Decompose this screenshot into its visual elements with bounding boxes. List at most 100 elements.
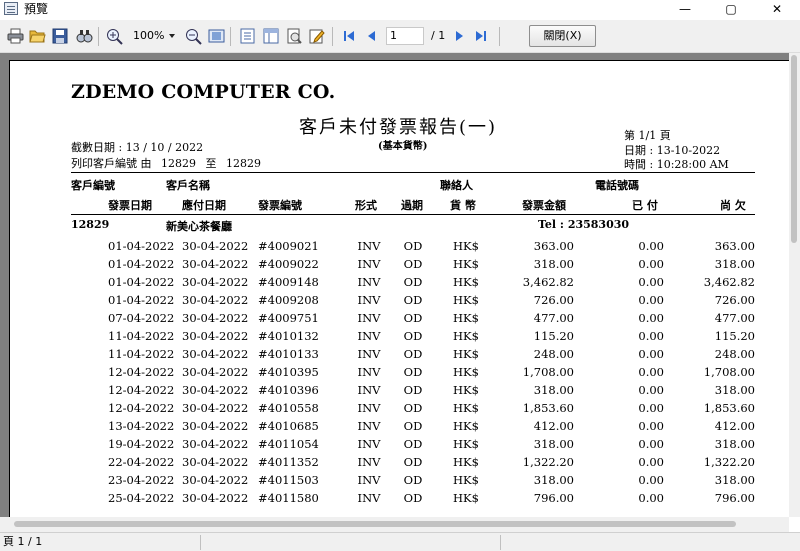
page-width-icon[interactable] bbox=[262, 27, 280, 45]
last-page-icon[interactable] bbox=[472, 27, 490, 45]
toolbar-separator bbox=[230, 27, 231, 46]
cell-owing: 363.00 bbox=[714, 239, 755, 253]
page-view-icon[interactable] bbox=[238, 27, 256, 45]
cell-paid: 0.00 bbox=[638, 365, 664, 379]
open-folder-icon[interactable] bbox=[28, 27, 46, 45]
first-page-icon[interactable] bbox=[340, 27, 358, 45]
cell-amount: 412.00 bbox=[533, 419, 574, 433]
zoom-value: 100% bbox=[133, 29, 165, 42]
col-paid: 已 付 bbox=[632, 199, 658, 212]
save-icon[interactable] bbox=[51, 27, 69, 45]
cell-type: INV bbox=[357, 437, 381, 451]
status-divider bbox=[200, 535, 201, 550]
cell-currency: HK$ bbox=[453, 491, 479, 505]
print-icon[interactable] bbox=[6, 27, 24, 45]
cell-inv-date: 12-04-2022 bbox=[108, 401, 175, 415]
cell-owing: 726.00 bbox=[714, 293, 755, 307]
title-bar: 預覽 — ▢ ✕ bbox=[0, 0, 800, 18]
cell-terms: OD bbox=[403, 401, 423, 415]
cell-owing: 318.00 bbox=[714, 383, 755, 397]
cell-due-date: 30-04-2022 bbox=[182, 491, 249, 505]
page-number-input[interactable]: 1 bbox=[386, 27, 424, 45]
scroll-thumb[interactable] bbox=[14, 521, 736, 527]
cell-due-date: 30-04-2022 bbox=[182, 383, 249, 397]
customer-tel: Tel : 23583030 bbox=[538, 218, 630, 231]
cell-type: INV bbox=[357, 419, 381, 433]
prev-page-icon[interactable] bbox=[362, 27, 380, 45]
minimize-button[interactable]: — bbox=[662, 0, 708, 18]
col-contact: 聯絡人 bbox=[440, 179, 473, 192]
cell-paid: 0.00 bbox=[638, 257, 664, 271]
zoom-out-icon[interactable] bbox=[184, 27, 202, 45]
cell-owing: 1,853.60 bbox=[703, 401, 755, 415]
cell-inv-no: #4011352 bbox=[258, 455, 319, 469]
vertical-scrollbar[interactable] bbox=[789, 53, 800, 517]
page-fit-icon[interactable] bbox=[207, 27, 225, 45]
cell-paid: 0.00 bbox=[638, 383, 664, 397]
company-name: ZDEMO COMPUTER CO. bbox=[71, 81, 336, 103]
cell-inv-date: 11-04-2022 bbox=[108, 347, 175, 361]
cell-terms: OD bbox=[403, 455, 423, 469]
col-type: 形式 bbox=[355, 199, 377, 212]
page-total: / 1 bbox=[431, 29, 446, 42]
cell-currency: HK$ bbox=[453, 329, 479, 343]
col-currency: 貨 幣 bbox=[450, 199, 476, 212]
cell-inv-date: 25-04-2022 bbox=[108, 491, 175, 505]
cell-terms: OD bbox=[403, 473, 423, 487]
toolbar-separator bbox=[499, 27, 500, 46]
cell-currency: HK$ bbox=[453, 311, 479, 325]
cell-type: INV bbox=[357, 275, 381, 289]
cell-amount: 1,708.00 bbox=[522, 365, 574, 379]
cell-inv-date: 12-04-2022 bbox=[108, 383, 175, 397]
cell-terms: OD bbox=[403, 239, 423, 253]
cell-type: INV bbox=[357, 347, 381, 361]
cell-inv-no: #4009021 bbox=[258, 239, 319, 253]
find-icon[interactable] bbox=[75, 27, 93, 45]
cell-currency: HK$ bbox=[453, 437, 479, 451]
cutoff-date-label: 截數日期 : 13 / 10 / 2022 bbox=[71, 139, 203, 155]
cell-due-date: 30-04-2022 bbox=[182, 455, 249, 469]
cell-inv-no: #4010395 bbox=[258, 365, 319, 379]
range-label: 列印客戶編號 由 bbox=[71, 157, 152, 170]
export-icon[interactable] bbox=[285, 27, 303, 45]
zoom-select[interactable]: 100% bbox=[128, 26, 178, 46]
maximize-button[interactable]: ▢ bbox=[708, 0, 754, 18]
cell-amount: 477.00 bbox=[533, 311, 574, 325]
cell-inv-no: #4010396 bbox=[258, 383, 319, 397]
cell-paid: 0.00 bbox=[638, 239, 664, 253]
status-page: 頁 1 / 1 bbox=[3, 535, 43, 548]
cell-type: INV bbox=[357, 473, 381, 487]
close-window-button[interactable]: ✕ bbox=[754, 0, 800, 18]
toolbar-separator bbox=[332, 27, 333, 46]
range-from: 12829 bbox=[161, 157, 196, 170]
cell-owing: 318.00 bbox=[714, 437, 755, 451]
cell-terms: OD bbox=[403, 419, 423, 433]
cell-owing: 318.00 bbox=[714, 257, 755, 271]
range-to-label: 至 bbox=[205, 157, 217, 170]
cell-owing: 412.00 bbox=[714, 419, 755, 433]
cell-due-date: 30-04-2022 bbox=[182, 401, 249, 415]
cell-type: INV bbox=[357, 455, 381, 469]
cell-currency: HK$ bbox=[453, 365, 479, 379]
cell-amount: 115.20 bbox=[533, 329, 574, 343]
horizontal-scrollbar[interactable] bbox=[0, 517, 789, 532]
cell-due-date: 30-04-2022 bbox=[182, 347, 249, 361]
cell-amount: 363.00 bbox=[533, 239, 574, 253]
cell-due-date: 30-04-2022 bbox=[182, 257, 249, 271]
col-owing: 尚 欠 bbox=[720, 199, 746, 212]
close-button[interactable]: 關閉(X) bbox=[529, 25, 596, 47]
col-amount: 發票金額 bbox=[522, 199, 566, 212]
report-title: 客戶未付發票報告(一) bbox=[299, 117, 498, 138]
cell-paid: 0.00 bbox=[638, 491, 664, 505]
cell-owing: 1,708.00 bbox=[703, 365, 755, 379]
cell-currency: HK$ bbox=[453, 275, 479, 289]
next-page-icon[interactable] bbox=[451, 27, 469, 45]
cell-due-date: 30-04-2022 bbox=[182, 419, 249, 433]
cell-currency: HK$ bbox=[453, 419, 479, 433]
cell-inv-no: #4011503 bbox=[258, 473, 319, 487]
edit-icon[interactable] bbox=[308, 27, 326, 45]
zoom-in-icon[interactable] bbox=[105, 27, 123, 45]
cell-currency: HK$ bbox=[453, 383, 479, 397]
scroll-thumb[interactable] bbox=[791, 55, 797, 243]
cell-currency: HK$ bbox=[453, 347, 479, 361]
